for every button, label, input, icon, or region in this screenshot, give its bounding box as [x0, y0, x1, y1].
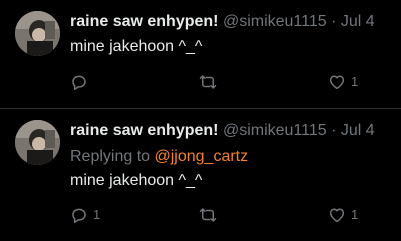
tweet-text: mine jakehoon ^_^	[70, 38, 203, 55]
tweet-date[interactable]: Jul 4	[341, 13, 375, 30]
retweet-icon	[198, 73, 218, 91]
tweet-header: raine saw enhypen! @simikeu1115 · Jul 4	[70, 12, 375, 32]
tweet-text: mine jakehoon ^_^	[70, 172, 203, 189]
separator-dot: ·	[331, 13, 337, 30]
retweet-button[interactable]	[198, 206, 223, 224]
display-name[interactable]: raine saw enhypen!	[70, 122, 219, 139]
tweet[interactable]: raine saw enhypen! @simikeu1115 · Jul 4 …	[0, 109, 401, 241]
reply-button[interactable]	[70, 73, 93, 91]
avatar[interactable]	[15, 120, 60, 165]
user-handle[interactable]: @simikeu1115	[223, 122, 327, 139]
avatar[interactable]	[15, 11, 60, 56]
heart-icon	[328, 206, 346, 224]
reply-bubble-icon	[70, 73, 88, 91]
retweet-icon	[198, 206, 218, 224]
display-name[interactable]: raine saw enhypen!	[70, 13, 219, 30]
user-handle[interactable]: @simikeu1115	[223, 13, 327, 30]
like-count: 1	[351, 74, 359, 89]
replying-to-prefix: Replying to	[70, 148, 155, 165]
replying-to-mention[interactable]: @jjong_cartz	[155, 148, 249, 165]
reply-button[interactable]: 1	[70, 206, 100, 224]
like-button[interactable]: 1	[328, 73, 358, 91]
separator-dot: ·	[331, 122, 337, 139]
retweet-button[interactable]	[198, 73, 223, 91]
reply-count: 1	[93, 207, 101, 222]
tweet-date[interactable]: Jul 4	[341, 122, 375, 139]
like-count: 1	[351, 207, 359, 222]
tweet[interactable]: raine saw enhypen! @simikeu1115 · Jul 4 …	[0, 0, 401, 108]
like-button[interactable]: 1	[328, 206, 358, 224]
reply-bubble-icon	[70, 206, 88, 224]
replying-to-line: Replying to @jjong_cartz	[70, 147, 248, 167]
heart-icon	[328, 73, 346, 91]
tweet-header: raine saw enhypen! @simikeu1115 · Jul 4	[70, 121, 375, 141]
